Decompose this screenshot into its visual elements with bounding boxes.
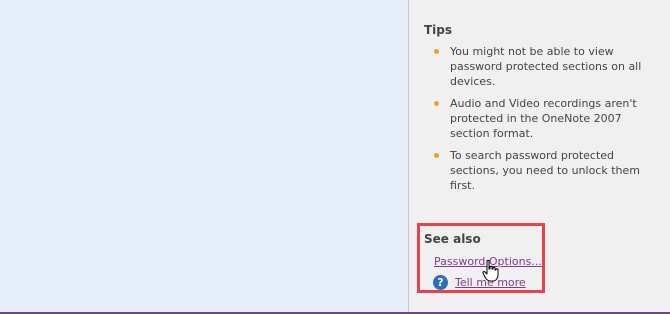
tips-list: You might not be able to view password p… <box>424 44 659 200</box>
notebook-page-area <box>0 0 409 312</box>
bullet-icon <box>434 101 439 106</box>
password-protection-pane: Tips You might not be able to view passw… <box>409 0 670 312</box>
bullet-icon <box>434 153 439 158</box>
tip-item: You might not be able to view password p… <box>424 44 659 89</box>
bullet-icon <box>434 49 439 54</box>
tip-text: Audio and Video recordings aren't protec… <box>450 97 637 140</box>
see-also-heading: See also <box>424 232 481 246</box>
tips-heading: Tips <box>424 23 453 37</box>
tip-item: To search password protected sections, y… <box>424 148 659 193</box>
tip-item: Audio and Video recordings aren't protec… <box>424 96 659 141</box>
help-icon[interactable]: ? <box>433 275 448 290</box>
tip-text: To search password protected sections, y… <box>450 149 640 192</box>
hand-pointer-cursor-icon <box>482 259 499 282</box>
tip-text: You might not be able to view password p… <box>450 45 642 88</box>
